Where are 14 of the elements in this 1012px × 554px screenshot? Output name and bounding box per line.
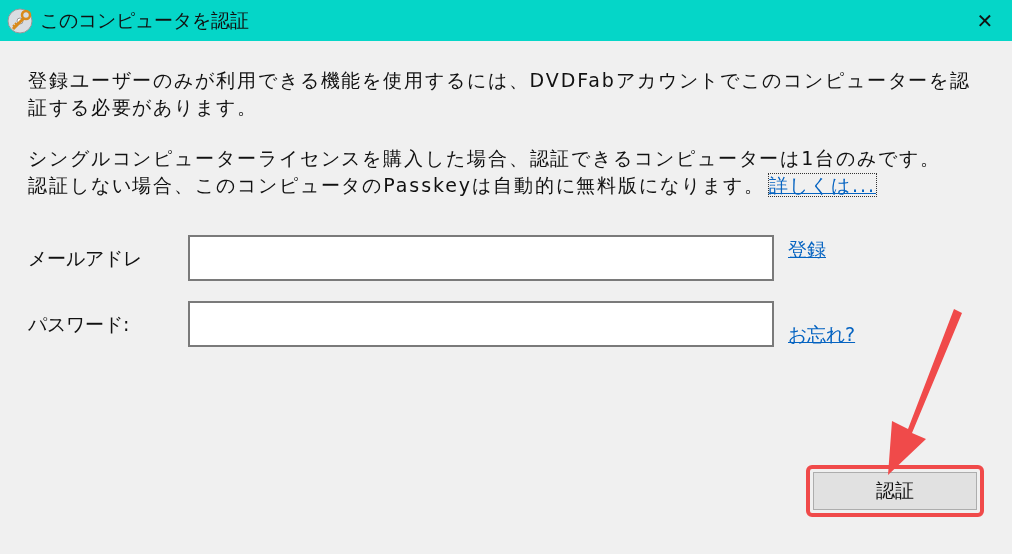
close-button[interactable]: ✕ bbox=[962, 0, 1008, 41]
key-disc-icon bbox=[6, 6, 34, 35]
message-text: 登録ユーザーのみが利用できる機能を使用するには、DVDFabアカウントでこのコンピューターを認証する必要があります。 bbox=[28, 68, 973, 120]
password-label: パスワード: bbox=[28, 312, 131, 337]
authenticate-button[interactable]: 認証 bbox=[813, 471, 977, 510]
window-title: このコンピュータを認証 bbox=[40, 8, 249, 34]
email-field[interactable] bbox=[188, 235, 774, 281]
register-link[interactable]: 登録 bbox=[788, 234, 826, 264]
message-text: 認証しない場合、このコンピュータのPasskeyは自動的に無料版になります。 詳しくは... bbox=[28, 173, 877, 198]
forgot-link[interactable]: お忘れ? bbox=[788, 320, 856, 349]
details-link[interactable]: 詳しくは... bbox=[768, 174, 876, 196]
email-label: メールアドレ bbox=[28, 245, 143, 271]
password-field[interactable] bbox=[188, 301, 774, 348]
message-text: シングルコンピューターライセンスを購入した場合、認証できるコンピューターは1台のみです。 bbox=[28, 146, 942, 171]
